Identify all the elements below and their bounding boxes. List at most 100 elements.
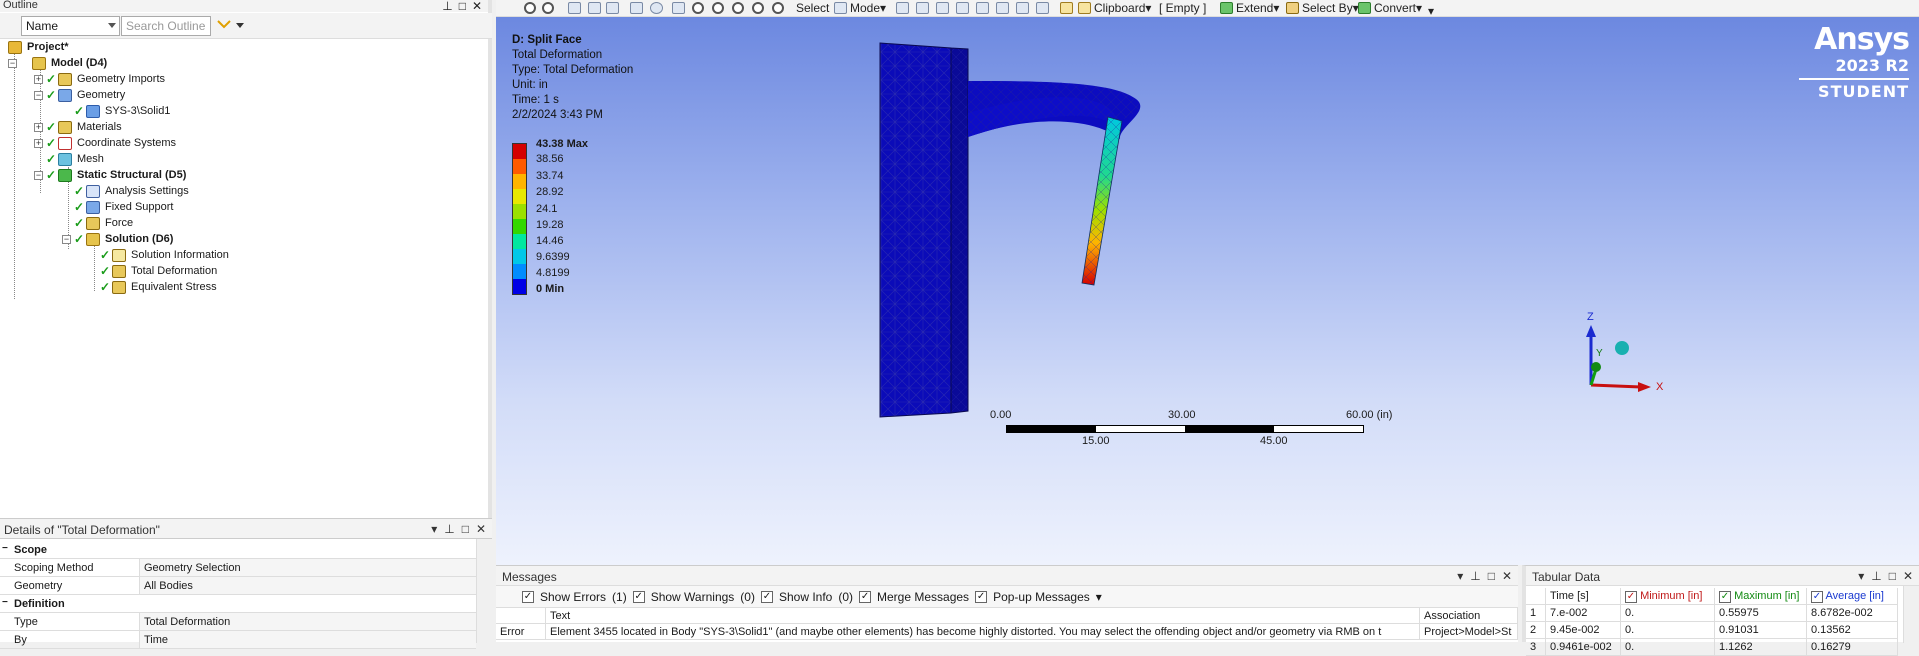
tree-item-fixed-support[interactable]: ✓ Fixed Support [74, 199, 173, 215]
details-row[interactable]: By Time [0, 631, 476, 649]
outline-search-input[interactable]: Search Outline [121, 16, 211, 36]
zoom-in-icon[interactable] [712, 0, 724, 16]
zoom-icon[interactable] [692, 0, 704, 16]
collapse-icon[interactable]: − [34, 170, 43, 180]
pin-icon[interactable]: ⊥ [1470, 569, 1480, 583]
close-icon[interactable]: ✕ [1903, 569, 1913, 583]
expand-icon[interactable]: + [34, 74, 43, 84]
geometry-imports-icon [58, 72, 72, 86]
expand-icon[interactable]: + [34, 122, 43, 132]
column-header-time[interactable]: Time [s] [1546, 588, 1621, 604]
tree-item-project[interactable]: Project* [8, 39, 69, 55]
zoom-out-icon[interactable] [732, 0, 744, 16]
column-header-average[interactable]: ✓ Average [in] [1807, 588, 1898, 604]
vertex-select-icon[interactable] [630, 0, 643, 16]
tree-item-equivalent-stress[interactable]: ✓ Equivalent Stress [100, 279, 217, 295]
tree-item-geometry-imports[interactable]: + ✓ Geometry Imports [34, 71, 165, 87]
select-by-button[interactable]: Select By ▾ [1286, 0, 1359, 16]
tree-item-mesh[interactable]: ✓ Mesh [46, 151, 104, 167]
select-vertex-icon[interactable] [956, 0, 969, 16]
expand-icon[interactable]: + [34, 138, 43, 148]
model-geometry[interactable]: Z Y X [496, 17, 1919, 565]
maximize-icon[interactable]: □ [1488, 569, 1495, 583]
zoom-fit-icon[interactable] [524, 0, 536, 16]
zoom-box-icon[interactable] [542, 0, 554, 16]
collapse-icon[interactable]: − [62, 234, 71, 244]
extend-button[interactable]: Extend ▾ [1220, 0, 1279, 16]
deformed-arm[interactable] [968, 81, 1141, 286]
edge-select-icon[interactable] [606, 0, 619, 16]
table-row[interactable]: 1 7.e-002 0. 0.55975 8.6782e-002 [1526, 605, 1898, 622]
tabular-scrollbar[interactable] [1903, 586, 1919, 643]
clipboard-icon[interactable] [1060, 0, 1073, 16]
tree-item-model[interactable]: − ✓ Model (D4) [8, 55, 107, 71]
convert-button[interactable]: Convert ▾ [1358, 0, 1422, 16]
details-section-scope[interactable]: Scope [0, 541, 476, 559]
column-body[interactable] [879, 42, 969, 418]
pin-icon[interactable]: ⊥ [1871, 569, 1881, 583]
message-row[interactable]: Error Element 3455 located in Body "SYS-… [496, 624, 1518, 640]
check-icon: ✓ [46, 120, 57, 134]
popup-messages-checkbox[interactable]: ✓ [975, 590, 988, 603]
tree-item-solution[interactable]: − ✓ Solution (D6) [62, 231, 173, 247]
dropdown-icon[interactable]: ▾ [1858, 569, 1864, 583]
tree-item-solid1[interactable]: ✓ SYS-3\Solid1 [74, 103, 170, 119]
clipboard-button[interactable]: Clipboard ▾ [1078, 0, 1151, 16]
tree-item-solution-information[interactable]: ✓ Solution Information [100, 247, 229, 263]
details-row[interactable]: Geometry All Bodies [0, 577, 476, 595]
select-element-face-icon[interactable] [1016, 0, 1029, 16]
zoom-all-icon[interactable] [752, 0, 764, 16]
details-row[interactable]: Type Total Deformation [0, 613, 476, 631]
close-icon[interactable]: ✕ [472, 0, 482, 13]
details-section-definition[interactable]: Definition [0, 595, 476, 613]
show-errors-checkbox[interactable]: ✓ [522, 590, 534, 603]
select-type-icon[interactable] [896, 0, 909, 16]
collapse-icon[interactable]: − [8, 58, 17, 68]
body-select-icon[interactable] [568, 0, 581, 16]
select-mode-button[interactable]: Select [796, 0, 829, 16]
select-node-icon[interactable] [976, 0, 989, 16]
tree-item-materials[interactable]: + ✓ Materials [34, 119, 122, 135]
dropdown-icon[interactable]: ▾ [1457, 569, 1463, 583]
graphics-viewport[interactable]: D: Split Face Total Deformation Type: To… [496, 17, 1919, 565]
show-info-checkbox[interactable]: ✓ [760, 590, 773, 603]
chevron-down-icon[interactable] [236, 23, 244, 29]
pin-icon[interactable]: ⊥ [444, 522, 454, 536]
close-icon[interactable]: ✕ [476, 522, 486, 536]
maximize-icon[interactable]: □ [462, 522, 469, 536]
column-header-minimum[interactable]: ✓ Minimum [in] [1621, 588, 1715, 604]
select-element-icon[interactable] [996, 0, 1009, 16]
tree-item-force[interactable]: ✓ Force [74, 215, 133, 231]
show-warnings-checkbox[interactable]: ✓ [632, 590, 645, 603]
column-header-text[interactable]: Text [546, 608, 1420, 623]
axis-triad[interactable]: Z Y X [1586, 311, 1664, 393]
filter-select[interactable]: Name [21, 16, 120, 36]
select-mesh-icon[interactable] [1036, 0, 1049, 16]
details-row[interactable]: Scoping Method Geometry Selection [0, 559, 476, 577]
collapse-icon[interactable]: − [34, 90, 43, 100]
table-row[interactable]: 2 9.45e-002 0. 0.91031 0.13562 [1526, 622, 1898, 639]
rotate-icon[interactable] [650, 0, 663, 16]
details-scrollbar[interactable] [476, 539, 492, 643]
face-select-icon[interactable] [588, 0, 601, 16]
filter-icon[interactable] [217, 19, 231, 31]
pin-icon[interactable]: ⊥ [442, 0, 452, 13]
column-header-maximum[interactable]: ✓ Maximum [in] [1715, 588, 1807, 604]
tree-item-analysis-settings[interactable]: ✓ Analysis Settings [74, 183, 189, 199]
merge-messages-checkbox[interactable]: ✓ [859, 590, 872, 603]
chevron-down-icon[interactable]: ▾ [1096, 590, 1102, 604]
select-face-icon[interactable] [916, 0, 929, 16]
tree-item-coordinate-systems[interactable]: + ✓ Coordinate Systems [34, 135, 176, 151]
tree-item-total-deformation[interactable]: ✓ Total Deformation [100, 263, 217, 279]
select-edge-icon[interactable] [936, 0, 949, 16]
column-header-association[interactable]: Association [1420, 608, 1518, 623]
close-icon[interactable]: ✕ [1502, 569, 1512, 583]
maximize-icon[interactable]: □ [1889, 569, 1896, 583]
dropdown-icon[interactable]: ▾ [431, 522, 437, 536]
mode-dropdown[interactable]: Mode ▾ [834, 0, 886, 16]
pan-icon[interactable] [672, 0, 685, 16]
tree-item-static-structural[interactable]: − ✓ Static Structural (D5) [34, 167, 186, 183]
tree-item-geometry[interactable]: − ✓ Geometry [34, 87, 125, 103]
maximize-icon[interactable]: □ [459, 0, 466, 13]
zoom-selection-icon[interactable] [772, 0, 784, 16]
